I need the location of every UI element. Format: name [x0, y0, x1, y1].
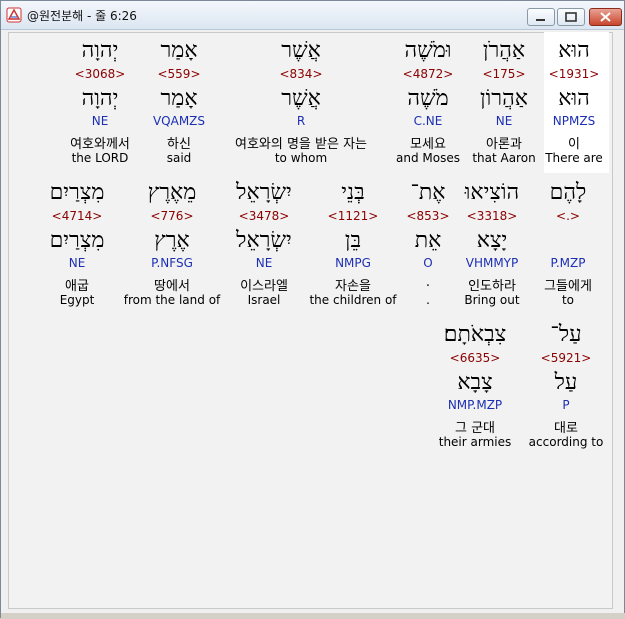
strong-number[interactable]: <1121>	[308, 209, 398, 223]
lexical-form: יְהוָה	[81, 86, 119, 111]
korean-translation: 여호와께서	[70, 137, 130, 152]
lexical-form: מֹשֶׁה	[407, 86, 449, 111]
lexical-form: אֶרֶץ	[154, 228, 190, 253]
korean-translation: 그 군대	[454, 421, 495, 436]
minimize-button[interactable]	[527, 8, 555, 26]
window-bottom-border	[1, 613, 625, 619]
strong-number[interactable]: <4872>	[383, 67, 473, 81]
lexical-form: בֵּן	[344, 228, 362, 253]
strong-number[interactable]: <776>	[127, 209, 217, 223]
hebrew-word: צִבְאֹתָם׃	[443, 322, 507, 347]
strong-number[interactable]: <6635>	[430, 351, 520, 365]
lexical-form: עַל	[554, 370, 578, 395]
close-icon	[600, 12, 611, 22]
close-button[interactable]	[589, 8, 622, 26]
hebrew-word: אָמַר	[160, 38, 198, 63]
strong-number[interactable]: <3068>	[55, 67, 145, 81]
morphology-code: NE	[91, 114, 109, 128]
morphology-code: NMPG	[335, 256, 371, 270]
lexical-form: מִצְרַיִם	[49, 228, 105, 253]
morphology-code: NMP.MZP	[447, 398, 503, 412]
strong-number[interactable]: <559>	[134, 67, 224, 81]
morphology-code: NE	[68, 256, 86, 270]
hebrew-word: מֵאֶרֶץ	[147, 180, 197, 205]
maximize-icon	[565, 12, 577, 22]
lexical-form: יִשְׂרָאֵל	[236, 228, 292, 253]
morphology-code: P	[562, 398, 570, 412]
hebrew-word: אֲשֶׁר	[281, 38, 321, 63]
strong-number[interactable]: <5921>	[521, 351, 611, 365]
hebrew-word: בְּנֵי	[341, 180, 365, 205]
english-translation: the LORD	[71, 151, 129, 165]
lexical-form: אֲשֶׁר	[281, 86, 321, 111]
strong-number[interactable]: <3478>	[219, 209, 309, 223]
app-icon	[6, 7, 22, 23]
morphology-code: P.NFSG	[151, 256, 193, 270]
app-window: @원전분해 - 줄 6:26 הוּא <1931> הוּא NPMZS 이 …	[0, 0, 625, 619]
hebrew-word: וּמֹשֶׁה	[404, 38, 452, 63]
english-translation: Egypt	[59, 293, 95, 307]
hebrew-word: יִשְׂרָאֵל	[236, 180, 292, 205]
morphology-code: VQAMZS	[152, 114, 206, 128]
morphology-code: NE	[255, 256, 273, 270]
lexical-form: אָמַר	[160, 86, 198, 111]
morphology-code: C.NE	[413, 114, 443, 128]
maximize-button[interactable]	[557, 8, 585, 26]
hebrew-word: יְהוָה	[81, 38, 119, 63]
window-title: @원전분해 - 줄 6:26	[27, 9, 137, 23]
english-translation: their armies	[438, 435, 512, 449]
strong-number[interactable]: <834>	[256, 67, 346, 81]
minimize-icon	[536, 19, 545, 21]
title-bar[interactable]: @원전분해 - 줄 6:26	[1, 1, 624, 30]
hebrew-word: עַל־	[550, 322, 582, 347]
hebrew-word: מִצְרַיִם	[49, 180, 105, 205]
lexical-form: צָבָא	[457, 370, 493, 395]
strong-number[interactable]: <4714>	[32, 209, 122, 223]
morphology-code: R	[296, 114, 306, 128]
korean-translation: 애굽	[65, 279, 89, 294]
